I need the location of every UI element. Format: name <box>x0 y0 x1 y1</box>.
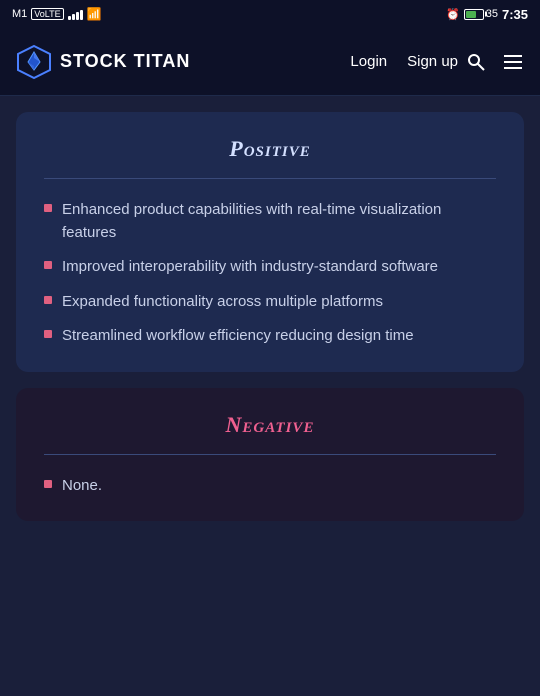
battery-percent: 35 <box>486 8 498 20</box>
hamburger-icon <box>502 51 524 73</box>
alarm-icon: ⏰ <box>446 8 460 21</box>
signal-icon <box>68 8 83 20</box>
list-item: Expanded functionality across multiple p… <box>44 291 496 314</box>
list-item: Streamlined workflow efficiency reducing… <box>44 325 496 348</box>
bullet-marker <box>44 330 52 338</box>
status-left: M1 VoLTE 📶 <box>12 7 102 21</box>
battery-indicator: 35 <box>464 8 498 20</box>
logo-container: STOCK TITAN <box>16 44 350 80</box>
bullet-marker <box>44 296 52 304</box>
logo-icon <box>16 44 52 80</box>
clock: 7:35 <box>502 7 528 22</box>
logo-text: STOCK TITAN <box>60 51 190 72</box>
positive-divider <box>44 178 496 179</box>
main-content: Positive Enhanced product capabilities w… <box>0 96 540 696</box>
list-item: None. <box>44 475 496 498</box>
positive-card: Positive Enhanced product capabilities w… <box>16 112 524 372</box>
negative-divider <box>44 454 496 455</box>
negative-list: None. <box>44 475 496 498</box>
status-right: ⏰ 35 7:35 <box>446 7 528 22</box>
bullet-marker <box>44 261 52 269</box>
search-button[interactable] <box>466 52 486 72</box>
negative-title: Negative <box>44 412 496 438</box>
navbar: STOCK TITAN Login Sign up <box>0 28 540 96</box>
wifi-icon: 📶 <box>87 7 102 21</box>
nav-links: Login Sign up <box>350 53 458 70</box>
search-icon <box>466 52 486 72</box>
status-bar: M1 VoLTE 📶 ⏰ 35 7:35 <box>0 0 540 28</box>
signup-link[interactable]: Sign up <box>407 53 458 70</box>
list-item: Enhanced product capabilities with real-… <box>44 199 496 244</box>
volte-badge: VoLTE <box>31 8 63 20</box>
negative-card: Negative None. <box>16 388 524 522</box>
nav-icons <box>466 51 524 73</box>
list-item: Improved interoperability with industry-… <box>44 256 496 279</box>
carrier-label: M1 <box>12 8 27 20</box>
bullet-marker <box>44 480 52 488</box>
positive-list: Enhanced product capabilities with real-… <box>44 199 496 348</box>
positive-title: Positive <box>44 136 496 162</box>
bullet-marker <box>44 204 52 212</box>
login-link[interactable]: Login <box>350 53 387 70</box>
menu-button[interactable] <box>502 51 524 73</box>
